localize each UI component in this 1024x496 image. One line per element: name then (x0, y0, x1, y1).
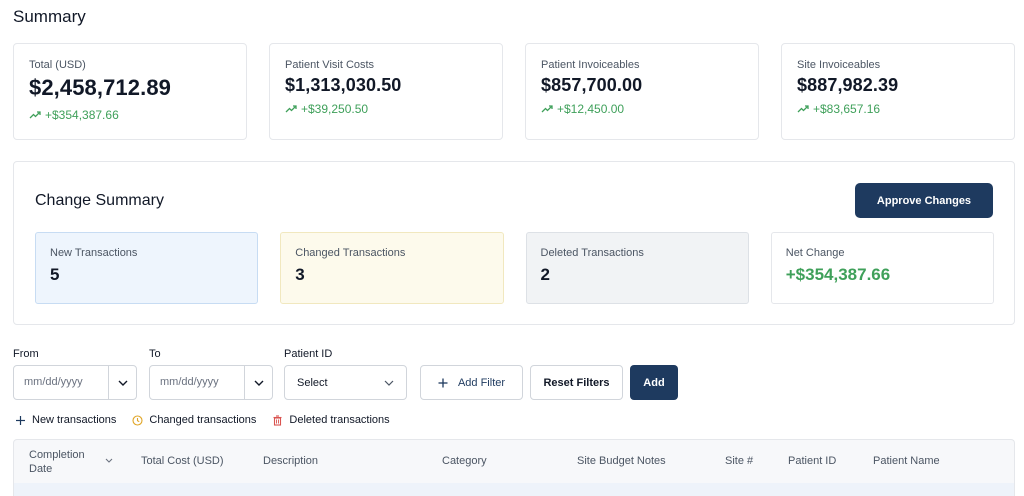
card-label: Site Invoiceables (797, 59, 881, 71)
patient-id-select[interactable]: Select (284, 365, 407, 400)
trending-up-icon (285, 105, 297, 113)
card-delta: +$83,657.16 (797, 102, 999, 116)
plus-icon (16, 415, 25, 425)
from-date-input[interactable]: mm/dd/yyyy (13, 365, 137, 400)
legend-changed: Changed transactions (132, 414, 256, 426)
column-header-total-cost[interactable]: Total Cost (USD) (141, 455, 224, 467)
stat-label: Changed Transactions (295, 247, 406, 259)
chevron-down-icon (254, 380, 263, 386)
legend-new-label: New transactions (32, 414, 117, 426)
to-label: To (149, 348, 161, 360)
card-value: $857,700.00 (541, 75, 643, 95)
summary-card-total: Total (USD) $2,458,712.89 +$354,387.66 (13, 43, 247, 140)
column-header-category[interactable]: Category (442, 455, 487, 467)
legend-deleted: Deleted transactions (272, 414, 390, 426)
table-header: Completion Date Total Cost (USD) Descrip… (13, 439, 1015, 483)
from-date-placeholder: mm/dd/yyyy (24, 376, 83, 388)
card-value: $887,982.39 (797, 75, 899, 95)
card-delta: +$12,450.00 (541, 102, 743, 116)
patient-id-label: Patient ID (284, 348, 333, 360)
stat-value: 5 (50, 265, 60, 284)
change-stats: New Transactions 5 Changed Transactions … (35, 232, 994, 304)
change-summary-title: Change Summary (35, 192, 164, 209)
chevron-down-icon (118, 380, 127, 386)
add-button[interactable]: Add (630, 365, 678, 400)
summary-card-patient-invoiceables: Patient Invoiceables $857,700.00 +$12,45… (525, 43, 759, 140)
card-delta: +$354,387.66 (29, 108, 231, 122)
stat-label: Net Change (785, 247, 845, 259)
change-summary-panel: Change Summary Approve Changes New Trans… (13, 161, 1015, 325)
stat-label: New Transactions (50, 247, 138, 259)
card-delta-value: +$12,450.00 (557, 102, 625, 116)
card-delta: +$39,250.50 (285, 102, 487, 116)
stat-label: Deleted Transactions (540, 247, 644, 259)
sort-icon[interactable] (105, 458, 113, 463)
reset-filters-button[interactable]: Reset Filters (530, 365, 623, 400)
chevron-down-icon (384, 380, 394, 386)
card-label: Total (USD) (29, 59, 86, 71)
to-date-dropdown[interactable] (244, 366, 272, 399)
add-filter-button[interactable]: Add Filter (420, 365, 523, 400)
add-filter-label: Add Filter (457, 376, 506, 389)
column-header-site-number[interactable]: Site # (725, 455, 753, 467)
approve-changes-button[interactable]: Approve Changes (855, 183, 993, 218)
clock-icon (132, 414, 143, 426)
column-header-site-budget-notes[interactable]: Site Budget Notes (577, 455, 666, 467)
stat-value: 2 (540, 265, 550, 284)
card-label: Patient Visit Costs (285, 59, 375, 71)
column-header-patient-name[interactable]: Patient Name (873, 455, 940, 467)
column-header-patient-id[interactable]: Patient ID (788, 455, 836, 467)
legend-new: New transactions (15, 414, 116, 426)
stat-net-change: Net Change +$354,387.66 (770, 232, 994, 304)
card-value: $2,458,712.89 (29, 75, 171, 100)
plus-icon (438, 378, 448, 387)
transaction-legend: New transactions Changed transactions De… (15, 414, 406, 426)
stat-new-transactions: New Transactions 5 (35, 232, 259, 304)
to-date-placeholder: mm/dd/yyyy (160, 376, 219, 388)
legend-changed-label: Changed transactions (149, 414, 257, 426)
to-date-input[interactable]: mm/dd/yyyy (149, 365, 273, 400)
page-title: Summary (13, 7, 86, 26)
card-label: Patient Invoiceables (541, 59, 640, 71)
card-delta-value: +$39,250.50 (301, 102, 369, 116)
stat-value: 3 (295, 265, 305, 284)
table-row[interactable] (13, 483, 1015, 496)
trending-up-icon (29, 111, 41, 119)
trending-up-icon (541, 105, 553, 113)
summary-cards: Total (USD) $2,458,712.89 +$354,387.66 P… (13, 43, 1015, 140)
card-delta-value: +$354,387.66 (45, 108, 119, 122)
card-delta-value: +$83,657.16 (813, 102, 881, 116)
trending-up-icon (797, 105, 809, 113)
patient-id-select-value: Select (297, 376, 328, 389)
trash-icon (273, 414, 282, 426)
legend-deleted-label: Deleted transactions (289, 414, 390, 426)
stat-changed-transactions: Changed Transactions 3 (280, 232, 504, 304)
stat-deleted-transactions: Deleted Transactions 2 (525, 232, 749, 304)
column-header-completion-date[interactable]: Completion Date (29, 448, 95, 476)
summary-card-site-invoiceables: Site Invoiceables $887,982.39 +$83,657.1… (781, 43, 1015, 140)
summary-card-patient-visit-costs: Patient Visit Costs $1,313,030.50 +$39,2… (269, 43, 503, 140)
stat-value: +$354,387.66 (785, 265, 891, 284)
from-label: From (13, 348, 39, 360)
column-header-description[interactable]: Description (263, 455, 318, 467)
from-date-dropdown[interactable] (108, 366, 136, 399)
card-value: $1,313,030.50 (285, 75, 402, 95)
